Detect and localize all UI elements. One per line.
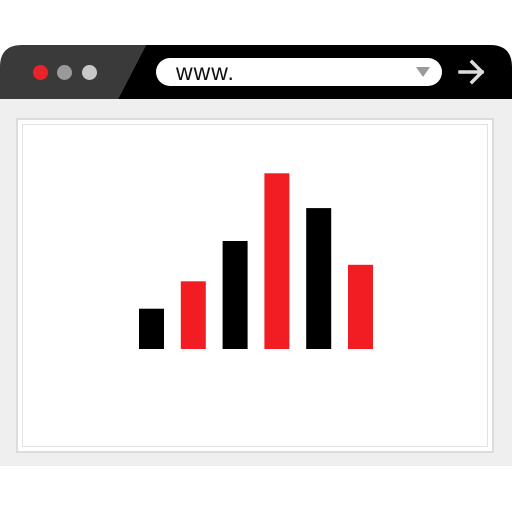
chart-bar-3 bbox=[222, 241, 248, 349]
content-frame bbox=[0, 99, 512, 466]
chart-bar-2 bbox=[180, 281, 206, 349]
close-window-button[interactable] bbox=[33, 65, 48, 80]
address-bar[interactable]: www. bbox=[156, 58, 442, 86]
chart-bar-6 bbox=[348, 264, 373, 349]
chart-bar-1 bbox=[139, 308, 164, 349]
url-text[interactable]: www. bbox=[176, 59, 235, 85]
maximize-window-button[interactable] bbox=[82, 65, 97, 80]
browser-window: www. bbox=[0, 45, 512, 466]
bar-chart bbox=[139, 173, 373, 349]
title-bar: www. bbox=[0, 45, 512, 99]
chart-bar-5 bbox=[306, 208, 332, 349]
go-arrow-icon[interactable] bbox=[456, 58, 490, 86]
minimize-window-button[interactable] bbox=[57, 65, 72, 80]
dropdown-triangle-icon[interactable] bbox=[416, 67, 430, 77]
page-viewport bbox=[16, 118, 494, 453]
chart-bar-4 bbox=[264, 173, 290, 349]
